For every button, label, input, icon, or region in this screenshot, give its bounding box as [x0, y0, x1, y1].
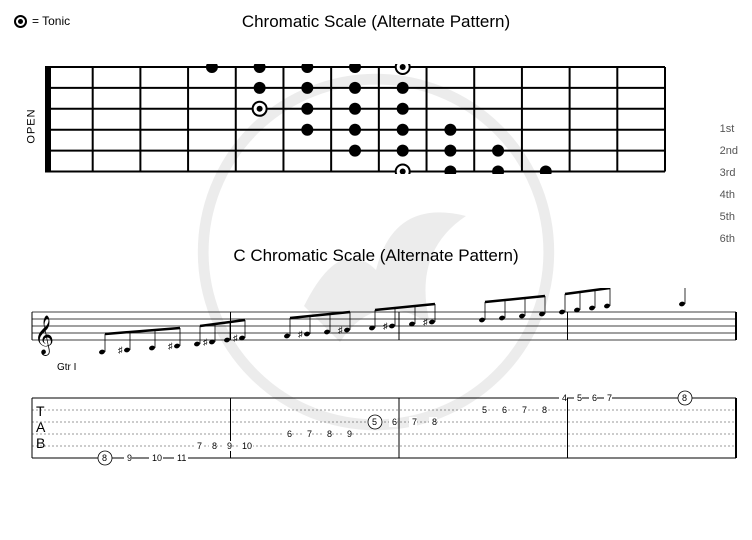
- svg-text:♯: ♯: [338, 325, 343, 335]
- svg-text:7: 7: [307, 429, 312, 439]
- svg-text:6: 6: [502, 405, 507, 415]
- svg-text:8: 8: [432, 417, 437, 427]
- svg-text:6: 6: [392, 417, 397, 427]
- fretboard-diagram: OPEN 1st2nd3rd4th5th6th: [0, 56, 752, 196]
- svg-text:7: 7: [607, 393, 612, 403]
- svg-text:♯: ♯: [383, 321, 388, 331]
- svg-text:9: 9: [347, 429, 352, 439]
- svg-text:8: 8: [102, 453, 107, 463]
- string-label: 4th: [720, 184, 738, 206]
- svg-text:8: 8: [542, 405, 547, 415]
- svg-text:8: 8: [212, 441, 217, 451]
- tab-title: C Chromatic Scale (Alternate Pattern): [0, 246, 752, 266]
- svg-text:8: 8: [682, 393, 687, 403]
- svg-text:7: 7: [522, 405, 527, 415]
- svg-text:8: 8: [327, 429, 332, 439]
- svg-text:♯: ♯: [233, 333, 238, 343]
- svg-text:7: 7: [412, 417, 417, 427]
- svg-text:11: 11: [177, 453, 186, 463]
- svg-text:♯: ♯: [203, 337, 208, 347]
- svg-text:5: 5: [482, 405, 487, 415]
- svg-text:4: 4: [562, 393, 567, 403]
- svg-text:6: 6: [592, 393, 597, 403]
- svg-text:T: T: [36, 403, 45, 419]
- svg-text:♯: ♯: [168, 341, 173, 351]
- svg-text:𝄞: 𝄞: [34, 316, 54, 356]
- diagram-title: Chromatic Scale (Alternate Pattern): [0, 12, 752, 32]
- svg-text:7: 7: [197, 441, 202, 451]
- svg-text:♯: ♯: [298, 329, 303, 339]
- string-label: 3rd: [720, 162, 738, 184]
- string-label: 5th: [720, 206, 738, 228]
- svg-text:5: 5: [372, 417, 377, 427]
- svg-text:♯: ♯: [423, 317, 428, 327]
- svg-text:B: B: [36, 435, 45, 451]
- string-number-labels: 1st2nd3rd4th5th6th: [720, 118, 738, 250]
- svg-text:9: 9: [127, 453, 132, 463]
- string-label: 2nd: [720, 140, 738, 162]
- svg-text:Gtr I: Gtr I: [57, 362, 76, 373]
- svg-text:5: 5: [577, 393, 582, 403]
- svg-text:9: 9: [227, 441, 232, 451]
- svg-text:6: 6: [287, 429, 292, 439]
- svg-text:10: 10: [242, 441, 252, 451]
- tablature-area: 𝄞♯♯♯♯♯♯♯♯Gtr ITAB89101178910678956785678…: [14, 288, 738, 488]
- svg-text:A: A: [36, 419, 46, 435]
- string-label: 1st: [720, 118, 738, 140]
- svg-text:10: 10: [152, 453, 162, 463]
- svg-text:♯: ♯: [118, 345, 123, 355]
